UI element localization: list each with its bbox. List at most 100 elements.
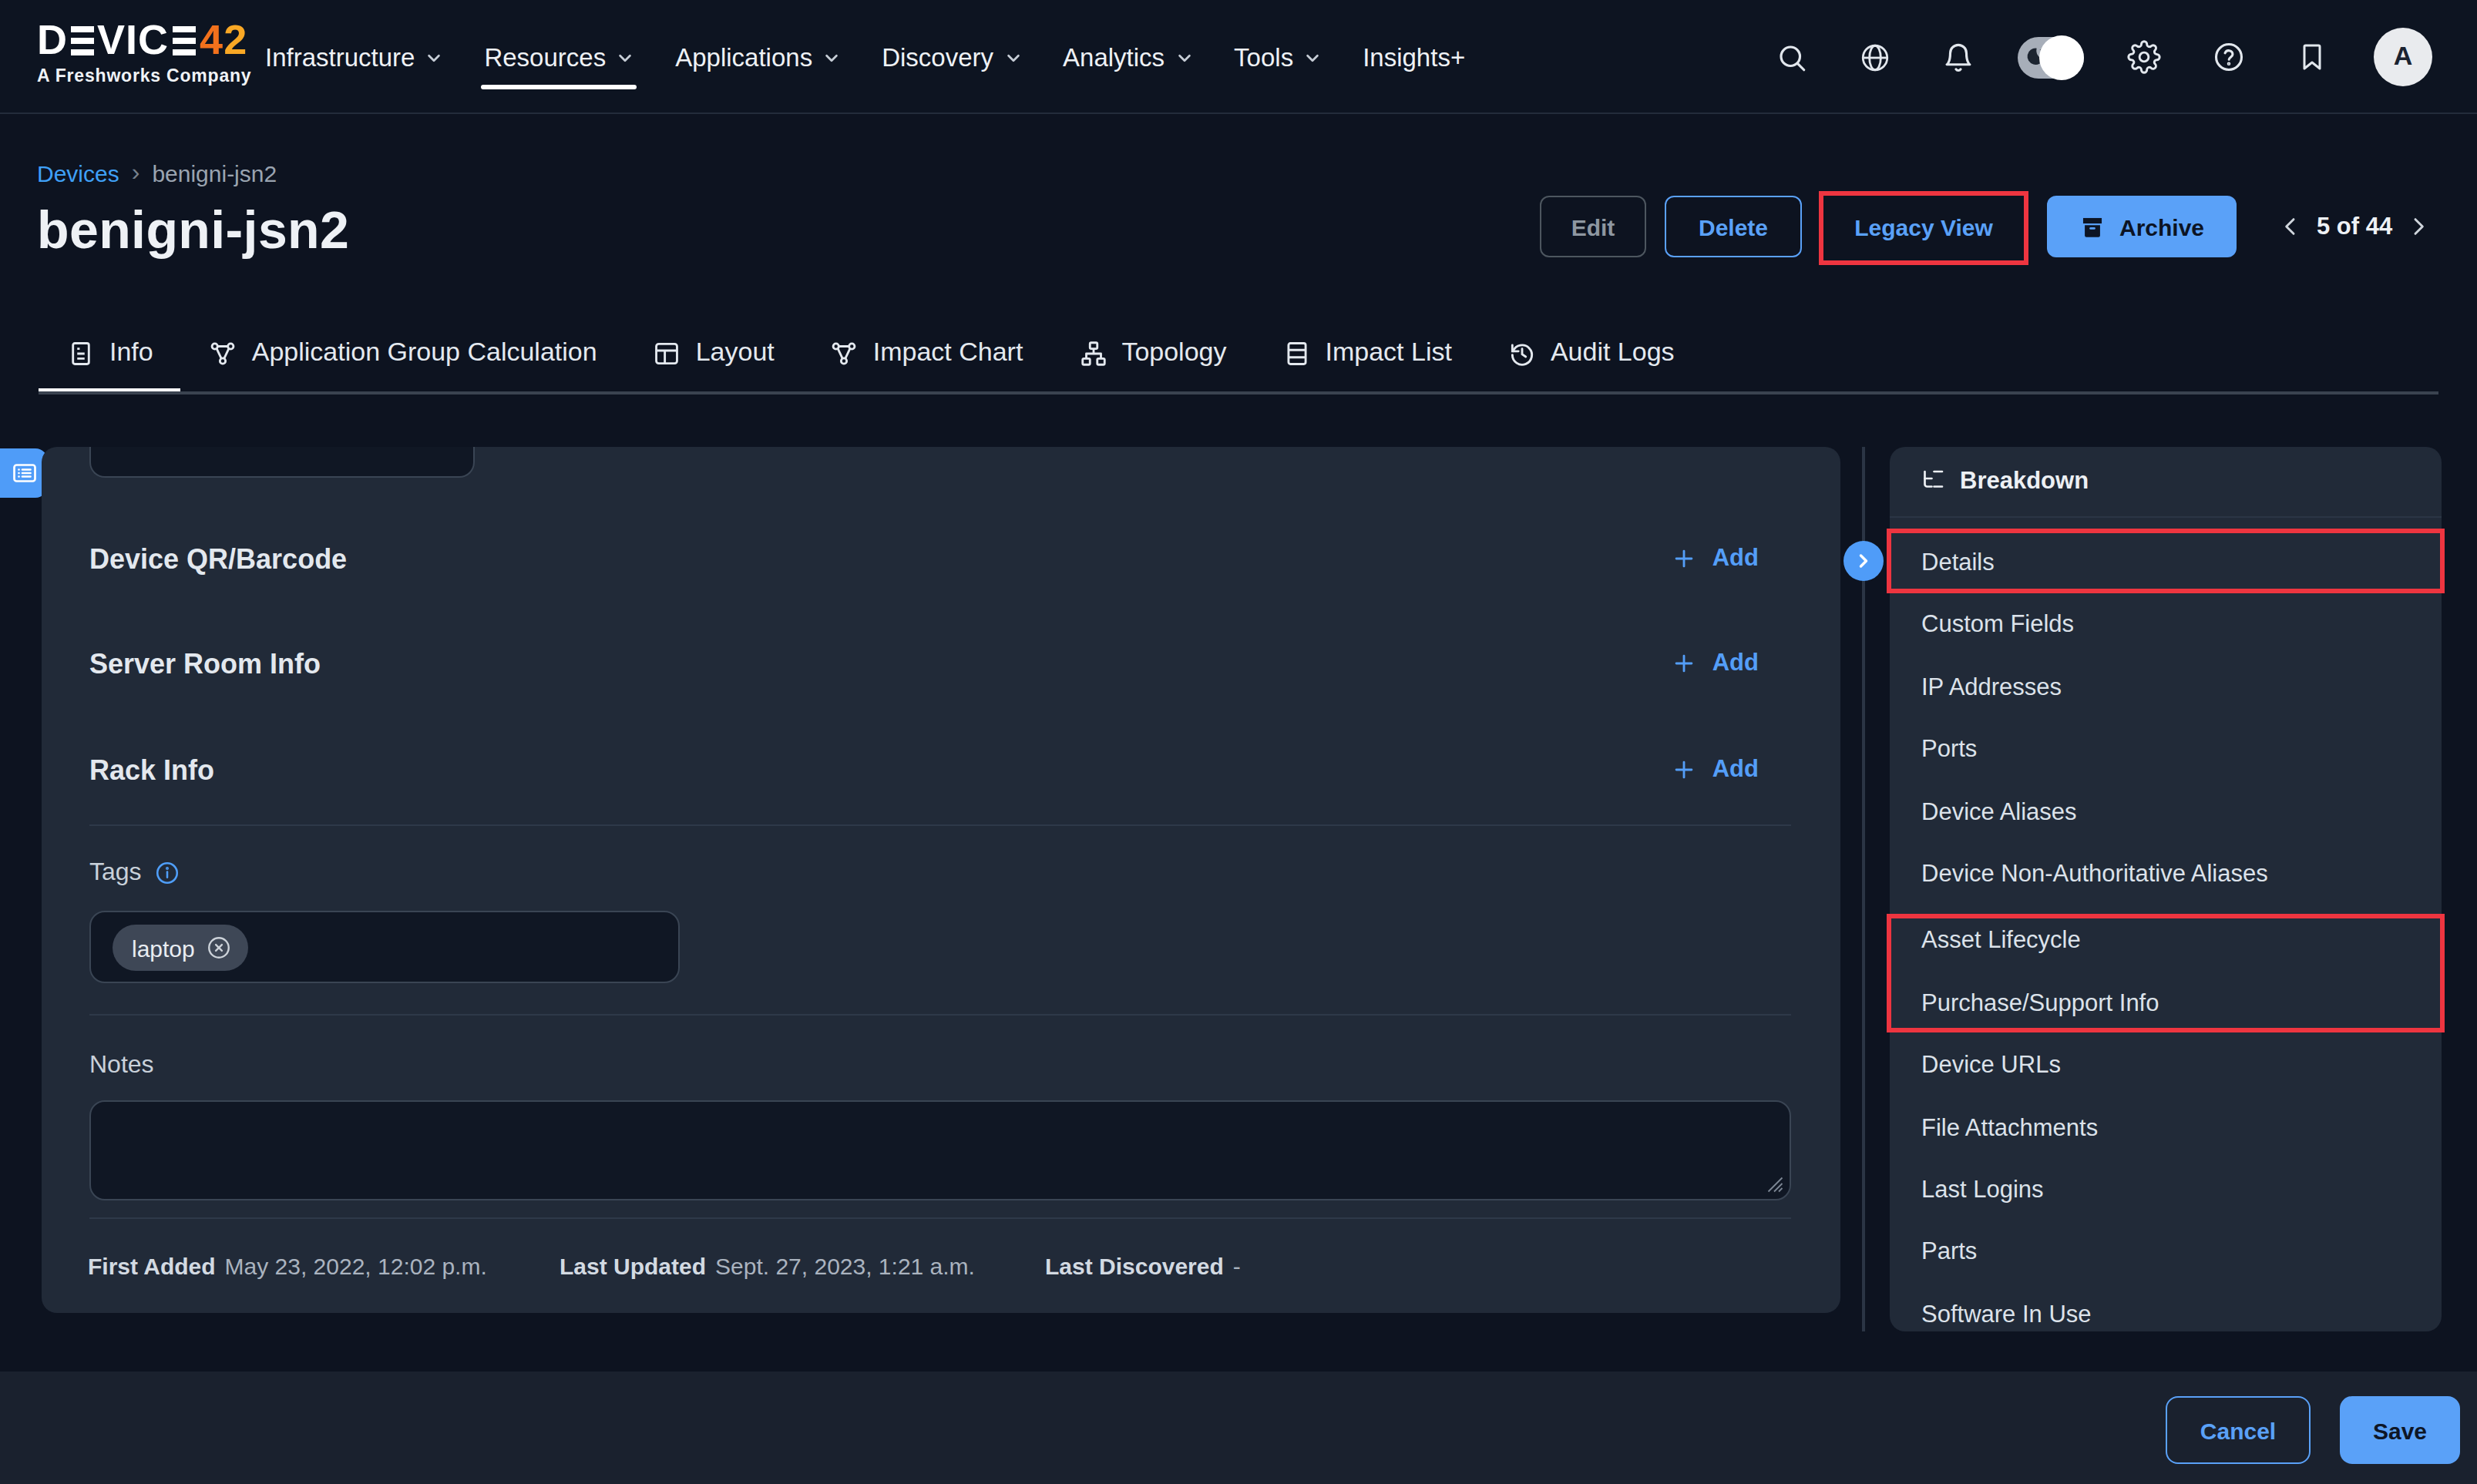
breadcrumb-separator: › bbox=[132, 159, 140, 186]
chevron-down-icon bbox=[1004, 49, 1021, 65]
resize-handle[interactable] bbox=[1765, 1174, 1783, 1193]
pagination-label: 5 of 44 bbox=[2317, 213, 2392, 240]
tab-impact-list[interactable]: Impact List bbox=[1255, 313, 1480, 393]
nav-item-tools[interactable]: Tools bbox=[1234, 0, 1321, 114]
cancel-button[interactable]: Cancel bbox=[2166, 1396, 2311, 1464]
list-icon bbox=[1282, 338, 1312, 368]
tab-info[interactable]: Info bbox=[39, 313, 181, 393]
breakdown-item-device-urls[interactable]: Device URLs bbox=[1889, 1034, 2441, 1096]
side-panel-toggle-button[interactable] bbox=[0, 448, 48, 498]
clipped-input-field[interactable] bbox=[89, 447, 475, 477]
tab-application-group-calculation[interactable]: Application Group Calculation bbox=[181, 313, 625, 393]
nav-item-applications[interactable]: Applications bbox=[675, 0, 840, 114]
network-icon bbox=[830, 338, 859, 368]
save-button[interactable]: Save bbox=[2340, 1396, 2460, 1464]
add-device-qr-button[interactable]: Add bbox=[1671, 544, 1759, 572]
tab-topology[interactable]: Topology bbox=[1050, 313, 1254, 393]
breadcrumb: Devices › benigni-jsn2 bbox=[37, 159, 277, 186]
network-icon bbox=[209, 338, 238, 368]
history-icon bbox=[1507, 338, 1537, 368]
info-tab-icon bbox=[66, 338, 96, 368]
dark-mode-toggle[interactable] bbox=[2018, 36, 2084, 78]
divider bbox=[89, 1217, 1791, 1218]
device42-logo[interactable]: DVIC42 A Freshworks Company bbox=[37, 17, 251, 85]
bookmark-icon[interactable] bbox=[2297, 42, 2327, 72]
nav-item-infrastructure[interactable]: Infrastructure bbox=[265, 0, 442, 114]
prev-page-icon[interactable] bbox=[2278, 214, 2303, 239]
breakdown-item-parts[interactable]: Parts bbox=[1889, 1220, 2441, 1283]
meta-last-updated: Last UpdatedSept. 27, 2023, 1:21 a.m. bbox=[560, 1253, 975, 1279]
breadcrumb-devices-link[interactable]: Devices bbox=[37, 159, 119, 186]
collapse-sidebar-button[interactable] bbox=[1843, 541, 1884, 581]
breadcrumb-current: benigni-jsn2 bbox=[152, 159, 277, 186]
archive-button[interactable]: Archive bbox=[2047, 196, 2237, 257]
brand-e-glyph bbox=[172, 25, 195, 55]
chevron-right-icon bbox=[1853, 550, 1874, 572]
divider bbox=[89, 824, 1791, 826]
breakdown-item-device-non-authoritative-aliases[interactable]: Device Non-Authoritative Aliases bbox=[1889, 843, 2441, 905]
device42-app: DVIC42 A Freshworks Company Infrastructu… bbox=[0, 0, 2477, 1484]
breakdown-header: Breakdown bbox=[1918, 467, 2089, 495]
tags-input[interactable]: laptop bbox=[89, 911, 679, 983]
nav-icon-bar: A bbox=[1776, 0, 2432, 114]
divider bbox=[1889, 516, 2441, 518]
archive-icon bbox=[2079, 213, 2106, 240]
topology-icon bbox=[1078, 338, 1107, 368]
list-details-icon bbox=[10, 459, 38, 487]
section-label-server-room: Server Room Info bbox=[89, 648, 321, 680]
remove-tag-icon[interactable] bbox=[206, 934, 234, 962]
legacy-view-button[interactable]: Legacy View bbox=[1854, 214, 1993, 240]
notes-label: Notes bbox=[89, 1051, 154, 1079]
tab-bar: Info Application Group Calculation Layou… bbox=[39, 313, 1702, 393]
chevron-down-icon bbox=[823, 49, 840, 65]
nav-item-analytics[interactable]: Analytics bbox=[1063, 0, 1192, 114]
info-icon[interactable] bbox=[154, 859, 180, 885]
layout-icon bbox=[653, 338, 682, 368]
page-title: benigni-jsn2 bbox=[37, 200, 349, 260]
plus-icon bbox=[1671, 545, 1697, 571]
breakdown-item-ip-addresses[interactable]: IP Addresses bbox=[1889, 656, 2441, 718]
main-menu: Infrastructure Resources Applications Di… bbox=[265, 0, 1465, 114]
pagination: 5 of 44 bbox=[2278, 196, 2431, 257]
tags-label: Tags bbox=[89, 858, 142, 886]
breakdown-item-last-logins[interactable]: Last Logins bbox=[1889, 1158, 2441, 1220]
device-info-panel: Device QR/Barcode Add Server Room Info A… bbox=[41, 447, 1840, 1312]
next-page-icon[interactable] bbox=[2406, 214, 2431, 239]
tab-audit-logs[interactable]: Audit Logs bbox=[1480, 313, 1702, 393]
help-icon[interactable] bbox=[2212, 40, 2246, 74]
tags-label-row: Tags bbox=[89, 858, 180, 886]
delete-button[interactable]: Delete bbox=[1665, 196, 1802, 257]
breakdown-item-device-aliases[interactable]: Device Aliases bbox=[1889, 781, 2441, 843]
chevron-down-icon bbox=[1304, 49, 1321, 65]
gear-icon[interactable] bbox=[2127, 40, 2161, 74]
edit-button[interactable]: Edit bbox=[1540, 196, 1646, 257]
plus-icon bbox=[1671, 650, 1697, 676]
search-icon[interactable] bbox=[1776, 41, 1808, 73]
breakdown-item-software-in-use[interactable]: Software In Use bbox=[1889, 1283, 2441, 1331]
notes-textarea[interactable] bbox=[89, 1100, 1791, 1200]
add-server-room-button[interactable]: Add bbox=[1671, 649, 1759, 677]
divider bbox=[89, 1014, 1791, 1016]
action-bar: Cancel Save bbox=[0, 1371, 2477, 1484]
breakdown-item-file-attachments[interactable]: File Attachments bbox=[1889, 1096, 2441, 1159]
chevron-down-icon bbox=[425, 49, 442, 65]
nav-item-resources[interactable]: Resources bbox=[484, 0, 634, 114]
nav-item-insights[interactable]: Insights+ bbox=[1363, 0, 1465, 114]
nav-item-discovery[interactable]: Discovery bbox=[882, 0, 1021, 114]
breakdown-item-ports[interactable]: Ports bbox=[1889, 718, 2441, 781]
tab-impact-chart[interactable]: Impact Chart bbox=[802, 313, 1051, 393]
meta-last-discovered: Last Discovered- bbox=[1045, 1253, 1241, 1279]
tab-divider bbox=[39, 391, 2438, 394]
legacy-view-annotation-box: Legacy View bbox=[1819, 190, 2028, 264]
globe-icon[interactable] bbox=[1859, 41, 1891, 73]
breakdown-item-custom-fields[interactable]: Custom Fields bbox=[1889, 593, 2441, 656]
add-rack-info-button[interactable]: Add bbox=[1671, 755, 1759, 783]
list-tree-icon bbox=[1918, 467, 1946, 495]
tag-chip-laptop: laptop bbox=[112, 925, 249, 971]
avatar[interactable]: A bbox=[2374, 28, 2432, 86]
top-nav: DVIC42 A Freshworks Company Infrastructu… bbox=[0, 0, 2477, 114]
chevron-down-icon bbox=[1175, 49, 1192, 65]
tab-layout[interactable]: Layout bbox=[625, 313, 802, 393]
bell-icon[interactable] bbox=[1942, 41, 1975, 73]
brand-wordmark: DVIC42 bbox=[37, 17, 251, 63]
